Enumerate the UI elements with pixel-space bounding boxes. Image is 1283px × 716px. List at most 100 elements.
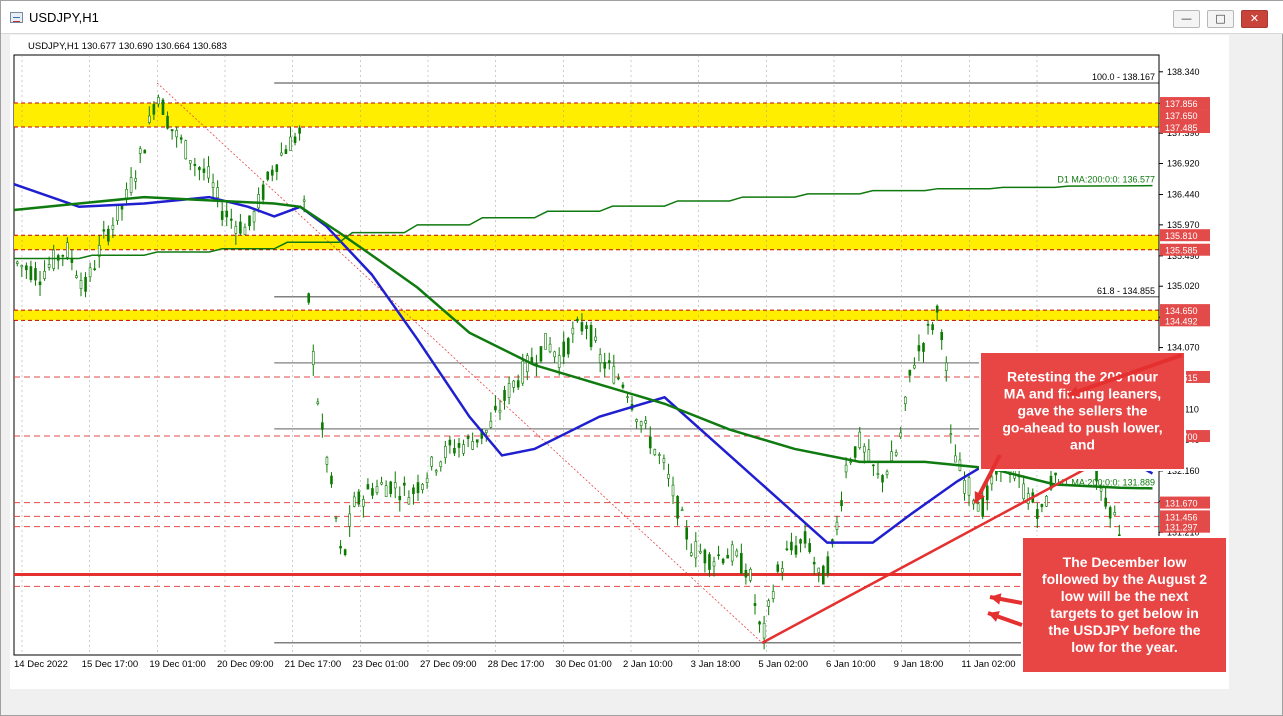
candle-body (1036, 509, 1039, 519)
candle-body (403, 482, 406, 486)
candle-body (840, 500, 843, 507)
candle-body (862, 446, 866, 453)
candle-body (894, 452, 898, 456)
candle-body (935, 305, 939, 313)
close-button[interactable]: ✕ (1241, 10, 1268, 28)
candle-body (289, 136, 292, 151)
candle-body (220, 211, 224, 220)
candle-body (507, 382, 511, 398)
candle-body (485, 429, 488, 433)
price-axis-tick-label: 138.340 (1167, 67, 1200, 77)
candle-body (25, 265, 28, 271)
candle-body (84, 276, 87, 292)
maximize-button[interactable]: □ (1207, 10, 1234, 28)
candle-body (275, 164, 279, 172)
h1-ma200-line-label: H1 MA:200:0:0: 131.889 (1057, 477, 1155, 487)
candle-body (189, 160, 192, 164)
candle-body (589, 324, 593, 348)
candle-body (548, 343, 552, 353)
x-axis-tick-label: 11 Jan 02:00 (961, 659, 1015, 670)
candle-body (603, 362, 607, 369)
candle-body (362, 499, 365, 507)
candle-body (680, 509, 684, 512)
candle-body (229, 218, 233, 221)
candle-body (375, 486, 379, 493)
x-axis-tick-label: 5 Jan 02:00 (758, 659, 808, 670)
candle-body (211, 182, 215, 188)
candle-body (598, 354, 602, 363)
candle-body (566, 338, 570, 355)
candle-body (644, 420, 648, 424)
candle-body (384, 485, 388, 497)
zone-price-tag: 137.650 (1165, 111, 1198, 121)
candle-body (903, 396, 907, 405)
candle-body (503, 389, 506, 401)
x-axis-tick-label: 20 Dec 09:00 (217, 659, 274, 670)
candle-body (339, 545, 342, 549)
candle-body (1045, 495, 1048, 507)
candle-body (148, 115, 151, 123)
candle-body (576, 318, 579, 322)
candle-body (134, 178, 137, 182)
candle-body (944, 362, 948, 371)
callout-december-low-line: targets to get below in (1050, 605, 1199, 621)
x-axis-tick-label: 14 Dec 2022 (14, 659, 68, 670)
candle-body (812, 561, 816, 565)
candle-body (607, 360, 611, 363)
candle-body (1054, 472, 1057, 476)
candle-body (457, 443, 461, 448)
candle-body (926, 323, 930, 326)
title-bar[interactable]: USDJPY,H1 — □ ✕ (1, 1, 1283, 34)
fibonacci-level-label: 61.8 - 134.855 (1097, 286, 1155, 296)
window-title: USDJPY,H1 (29, 10, 99, 25)
candle-body (539, 346, 543, 362)
candle-body (781, 568, 784, 573)
candle-body (216, 187, 219, 198)
candle-body (858, 431, 862, 448)
candle-body (330, 475, 333, 485)
candle-body (316, 401, 320, 404)
candle-body (557, 355, 561, 368)
candle-body (685, 527, 688, 540)
candle-body (826, 556, 830, 575)
zone-price-tag: 135.810 (1165, 231, 1198, 241)
candle-body (817, 567, 821, 573)
minimize-button[interactable]: — (1173, 10, 1200, 28)
candle-body (193, 163, 197, 166)
candle-body (34, 268, 37, 281)
callout-december-low-line: low will be the next (1061, 588, 1189, 604)
candle-body (1104, 497, 1107, 507)
x-axis-tick-label: 27 Dec 09:00 (420, 659, 477, 670)
candle-body (343, 549, 347, 556)
x-axis-tick-label: 19 Dec 01:00 (149, 659, 206, 670)
candle-body (302, 199, 306, 202)
candle-body (776, 564, 780, 572)
candle-body (853, 446, 857, 458)
fibonacci-level-label: 100.0 - 138.167 (1092, 72, 1155, 82)
candle-body (61, 255, 65, 257)
candle-body (885, 471, 889, 475)
chart-area[interactable]: USDJPY,H1 130.677 130.690 130.664 130.68… (10, 35, 1229, 689)
candle-body (790, 541, 793, 551)
candle-body (425, 477, 429, 483)
candle-body (940, 331, 944, 341)
level-price-tag: 131.297 (1165, 523, 1198, 533)
candle-body (29, 266, 33, 280)
candle-body (225, 210, 229, 218)
candle-body (949, 433, 953, 436)
candle-body (93, 268, 96, 271)
price-axis-tick-label: 136.920 (1167, 159, 1200, 169)
candle-body (393, 482, 397, 489)
candle-body (648, 436, 652, 449)
candle-body (512, 380, 515, 388)
candle-body (653, 449, 657, 455)
price-axis-tick-label: 135.020 (1167, 281, 1200, 291)
candle-body (298, 127, 301, 134)
usdjpy-h1-chart[interactable]: USDJPY,H1 130.677 130.690 130.664 130.68… (10, 35, 1229, 689)
callout-retest-200ma-line: go-ahead to push lower, (1002, 420, 1162, 436)
zone-price-tag: 135.585 (1165, 246, 1198, 256)
candle-body (1099, 487, 1103, 492)
candle-body (1040, 504, 1044, 508)
candle-body (835, 521, 839, 530)
ohlc-header-text: USDJPY,H1 130.677 130.690 130.664 130.68… (28, 41, 227, 52)
